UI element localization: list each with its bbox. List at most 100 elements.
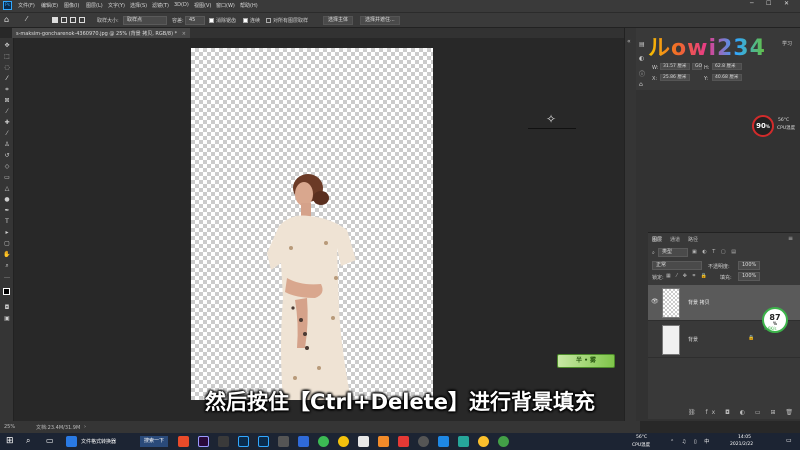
- eraser-tool-icon[interactable]: ◇: [3, 163, 11, 171]
- visibility-eye-icon[interactable]: 👁: [651, 298, 659, 305]
- all-layers-checkbox[interactable]: [266, 18, 271, 23]
- sample-size-dropdown[interactable]: 取样点: [123, 16, 167, 25]
- menu-layer[interactable]: 图层(L): [86, 2, 103, 9]
- h-value[interactable]: 62.8 厘米: [712, 63, 742, 70]
- magic-wand-icon[interactable]: ⁄: [26, 15, 27, 23]
- rectangle-tool-icon[interactable]: ▢: [3, 240, 11, 248]
- chrome-icon[interactable]: [318, 436, 329, 447]
- menu-type[interactable]: 文字(Y): [108, 2, 125, 9]
- link-go-button[interactable]: GO: [692, 63, 702, 70]
- x-value[interactable]: 25.86 厘米: [660, 74, 690, 81]
- menu-3d[interactable]: 3D(D): [174, 2, 189, 8]
- taskbar-search-button[interactable]: 搜索一下: [140, 436, 168, 447]
- tab-paths[interactable]: 路径: [688, 236, 698, 243]
- marquee-tool-icon[interactable]: ⬚: [3, 53, 11, 61]
- selection-mode-icons[interactable]: [52, 17, 92, 24]
- brush-tool-icon[interactable]: ⁄: [3, 130, 11, 138]
- antialias-checkbox[interactable]: [209, 18, 214, 23]
- taskbar-app-icon[interactable]: [438, 436, 449, 447]
- ps-logo-icon[interactable]: Ps: [3, 1, 12, 10]
- menu-edit[interactable]: 编辑(E): [41, 2, 58, 9]
- doc-size[interactable]: 文档:23.4M/31.9M: [36, 424, 80, 431]
- hand-tool-icon[interactable]: ✋: [3, 251, 11, 259]
- home-icon[interactable]: ⌂: [4, 15, 9, 24]
- taskbar-app-icon[interactable]: [358, 436, 369, 447]
- photoshop-icon[interactable]: [238, 436, 249, 447]
- adjust-side-icon[interactable]: ◐: [639, 55, 644, 62]
- pen-tool-icon[interactable]: ✒: [3, 207, 11, 215]
- panel-menu-icon[interactable]: ≡: [788, 235, 793, 242]
- eyedropper-tool-icon[interactable]: ⁄: [3, 108, 11, 116]
- zoom-tool-icon[interactable]: ⌕: [3, 262, 11, 270]
- tolerance-input[interactable]: 45: [185, 16, 205, 25]
- clock-date[interactable]: 2021/2/22: [730, 442, 753, 447]
- layer-footer-icons[interactable]: ⛓ fx ◘ ◐ ▭ ⊞ 🗑: [688, 409, 797, 416]
- clock-time[interactable]: 14:05: [738, 435, 751, 440]
- taskbar-app-icon[interactable]: [298, 436, 309, 447]
- screen-mode-icon[interactable]: ▣: [3, 315, 11, 323]
- taskbar-app-icon[interactable]: [378, 436, 389, 447]
- status-arrow-icon[interactable]: ›: [84, 424, 86, 430]
- history-brush-tool-icon[interactable]: ↺: [3, 152, 11, 160]
- blur-tool-icon[interactable]: △: [3, 185, 11, 193]
- zoom-level[interactable]: 25%: [4, 424, 15, 430]
- dodge-tool-icon[interactable]: ●: [3, 196, 11, 204]
- magic-wand-tool-icon[interactable]: ⁄: [3, 75, 11, 83]
- blend-mode-dropdown[interactable]: 正常: [652, 261, 702, 270]
- task-view-icon[interactable]: ▭: [46, 436, 54, 445]
- taskbar-app-icon[interactable]: [498, 436, 509, 447]
- select-subject-button[interactable]: 选择主体: [323, 16, 354, 25]
- maximize-icon[interactable]: ☐: [766, 0, 771, 7]
- menu-select[interactable]: 选择(S): [130, 2, 147, 9]
- learn-label[interactable]: 学习: [782, 40, 792, 47]
- info-side-icon[interactable]: ⓘ: [639, 69, 645, 78]
- properties-side-icon[interactable]: ▤: [639, 41, 645, 48]
- crop-tool-icon[interactable]: ⌗: [3, 86, 11, 94]
- quick-mask-icon[interactable]: ◘: [3, 304, 11, 312]
- document-canvas[interactable]: [191, 48, 433, 400]
- windows-start-icon[interactable]: ⊞: [6, 436, 14, 446]
- taskbar-app-icon[interactable]: [178, 436, 189, 447]
- clone-stamp-tool-icon[interactable]: ♙: [3, 141, 11, 149]
- tray-icons[interactable]: ⌃ ♫ ▯ 中: [670, 438, 712, 445]
- layer-filter-dropdown[interactable]: 类型: [658, 248, 688, 257]
- menu-filter[interactable]: 滤镜(T): [152, 2, 169, 9]
- w-value[interactable]: 31.57 厘米: [660, 63, 690, 70]
- search-icon[interactable]: ⌕: [26, 436, 30, 446]
- move-tool-icon[interactable]: ✥: [3, 42, 11, 50]
- contiguous-checkbox[interactable]: [243, 18, 248, 23]
- close-icon[interactable]: ✕: [784, 0, 789, 7]
- premiere-icon[interactable]: [198, 436, 209, 447]
- menu-view[interactable]: 视图(V): [194, 2, 211, 9]
- layer-name[interactable]: 背景 拷贝: [688, 299, 710, 306]
- frame-tool-icon[interactable]: ⊠: [3, 97, 11, 105]
- learn-side-icon[interactable]: ⌂: [639, 81, 643, 88]
- menu-image[interactable]: 图像(I): [64, 2, 79, 9]
- taskbar-app-icon[interactable]: [278, 436, 289, 447]
- file-converter-icon[interactable]: [66, 436, 77, 447]
- tab-channels[interactable]: 通道: [670, 236, 680, 243]
- menu-file[interactable]: 文件(F): [18, 2, 35, 9]
- healing-brush-tool-icon[interactable]: ✚: [3, 119, 11, 127]
- menu-help[interactable]: 帮助(H): [240, 2, 258, 9]
- taskbar-app-icon[interactable]: [458, 436, 469, 447]
- minimize-icon[interactable]: ─: [750, 0, 754, 7]
- lock-icons[interactable]: ▦ ⁄ ✥ ⌗ 🔒: [666, 273, 709, 279]
- notification-icon[interactable]: ▭: [786, 437, 792, 444]
- taskbar-app1-label[interactable]: 文件格式转换器: [81, 438, 116, 445]
- collapse-panels-icon[interactable]: «: [627, 38, 631, 45]
- photoshop-icon[interactable]: [258, 436, 269, 447]
- foreground-color-swatch[interactable]: [3, 288, 10, 295]
- opacity-input[interactable]: 100%: [738, 261, 760, 270]
- lasso-tool-icon[interactable]: ◌: [3, 64, 11, 72]
- taskbar-app-icon[interactable]: [218, 436, 229, 447]
- filter-type-icons[interactable]: ▣ ◐ T ▢ ▤: [692, 249, 738, 255]
- tab-layers[interactable]: 图层: [652, 236, 662, 243]
- taskbar-app-icon[interactable]: [478, 436, 489, 447]
- menu-window[interactable]: 窗口(W): [216, 2, 235, 9]
- more-tools-icon[interactable]: …: [3, 273, 11, 281]
- path-selection-tool-icon[interactable]: ▸: [3, 229, 11, 237]
- select-and-mask-button[interactable]: 选择并遮住...: [360, 16, 400, 25]
- type-tool-icon[interactable]: T: [3, 218, 11, 226]
- y-value[interactable]: 40.68 厘米: [712, 74, 742, 81]
